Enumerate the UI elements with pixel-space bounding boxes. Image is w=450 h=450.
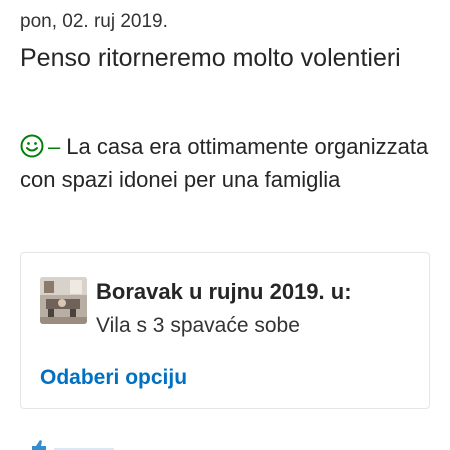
room-type: Vila s 3 spavaće sobe (96, 314, 300, 337)
review-page: pon, 02. ruj 2019. Penso ritorneremo mol… (0, 0, 450, 450)
review-positive: – La casa era ottimamente organizzata con… (20, 130, 430, 196)
room-thumbnail[interactable] (40, 277, 87, 324)
review-title: Penso ritorneremo molto volentieri (20, 44, 401, 72)
positive-text: La casa era ottimamente organizzata con … (20, 134, 429, 192)
smiley-positive-icon (20, 134, 44, 158)
review-date: pon, 02. ruj 2019. (20, 11, 168, 32)
stay-card: Boravak u rujnu 2019. u: Vila s 3 spavać… (20, 252, 430, 409)
choose-option-link[interactable]: Odaberi opciju (40, 364, 187, 392)
positive-marker: – (48, 134, 61, 159)
thumbs-up-icon[interactable] (30, 440, 150, 450)
stay-heading: Boravak u rujnu 2019. u: (96, 279, 352, 304)
